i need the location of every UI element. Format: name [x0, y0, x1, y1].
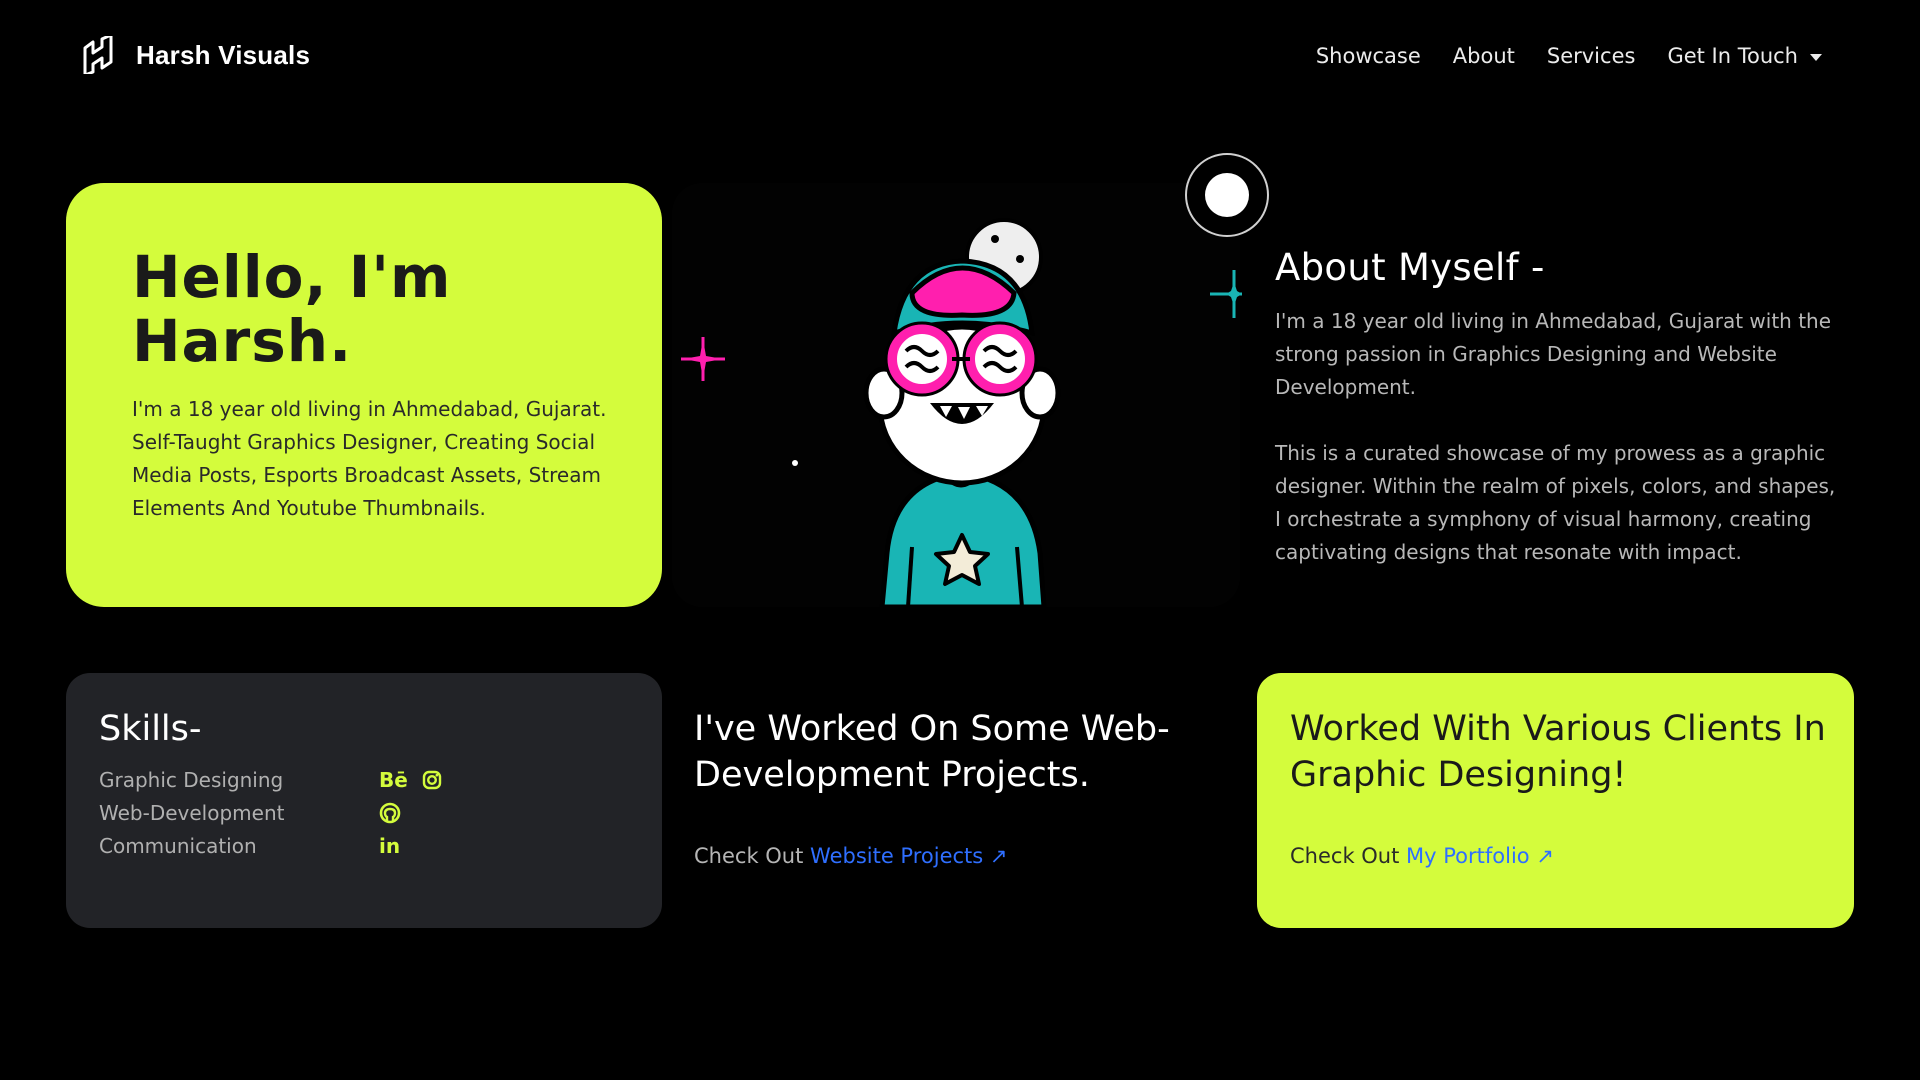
skills-card: Skills- Graphic Designing Bē Web-Develop… [66, 673, 662, 928]
about-section: About Myself - I'm a 18 year old living … [1275, 246, 1843, 569]
about-paragraph-1: I'm a 18 year old living in Ahmedabad, G… [1275, 309, 1832, 399]
check-out-label: Check Out [1290, 844, 1400, 868]
cartoon-character-illustration [681, 218, 1061, 607]
caret-down-icon [1810, 53, 1822, 61]
skill-name: Communication [99, 833, 257, 858]
nav-link-showcase[interactable]: Showcase [1316, 44, 1421, 68]
my-portfolio-link-text: My Portfolio [1406, 844, 1530, 868]
cursor-ring-icon [1185, 153, 1269, 237]
cyan-sparkle-icon [1210, 270, 1242, 318]
star-dot-icon [792, 460, 798, 466]
arrow-up-right-icon: ↗ [989, 844, 1008, 868]
my-portfolio-link[interactable]: My Portfolio ↗ [1406, 844, 1554, 868]
webdev-section: I've Worked On Some Web-Development Proj… [694, 706, 1214, 798]
skill-name: Graphic Designing [99, 767, 284, 792]
clients-card: Worked With Various Clients In Graphic D… [1257, 673, 1854, 928]
arrow-up-right-icon: ↗ [1536, 844, 1554, 868]
behance-icon[interactable]: Bē [379, 770, 408, 790]
website-projects-link[interactable]: Website Projects ↗ [810, 844, 1007, 868]
brand[interactable]: Harsh Visuals [82, 36, 310, 74]
brand-logo-icon [83, 36, 113, 74]
check-out-label: Check Out [694, 844, 804, 868]
linkedin-icon[interactable]: in [379, 836, 400, 856]
skill-icons: in [379, 836, 400, 856]
skill-row: Web-Development [99, 796, 639, 829]
skill-row: Communication in [99, 829, 639, 862]
hero-card: Hello, I'm Harsh. I'm a 18 year old livi… [66, 183, 662, 607]
webdev-title: I've Worked On Some Web-Development Proj… [694, 709, 1170, 795]
skill-row: Graphic Designing Bē [99, 763, 639, 796]
skills-title: Skills- [99, 709, 202, 749]
nav-link-get-in-touch[interactable]: Get In Touch [1667, 44, 1798, 68]
clients-check-line: Check Out My Portfolio ↗ [1290, 844, 1554, 868]
get-in-touch-dropdown[interactable]: Get In Touch [1667, 44, 1822, 68]
webdev-check-line: Check Out Website Projects ↗ [694, 844, 1008, 868]
hero-title-line1: Hello, I'm [132, 243, 452, 311]
magenta-sparkle-icon [681, 337, 725, 381]
hero-description: I'm a 18 year old living in Ahmedabad, G… [132, 397, 607, 520]
skill-icons [379, 802, 401, 824]
character-illustration [672, 183, 1240, 607]
hero-title-line2: Harsh. [132, 307, 353, 375]
nav-link-about[interactable]: About [1453, 44, 1515, 68]
nav-link-services[interactable]: Services [1547, 44, 1636, 68]
skill-name: Web-Development [99, 800, 285, 825]
hero-title: Hello, I'm Harsh. [132, 245, 612, 373]
website-projects-link-text: Website Projects [810, 844, 984, 868]
clients-title: Worked With Various Clients In Graphic D… [1290, 709, 1826, 795]
about-title: About Myself - [1275, 246, 1545, 289]
character-head [863, 258, 1061, 486]
brand-name: Harsh Visuals [136, 39, 311, 70]
instagram-icon[interactable] [422, 770, 442, 790]
ring-dot [1205, 173, 1249, 217]
skill-icons: Bē [379, 770, 442, 790]
about-paragraph-2: This is a curated showcase of my prowess… [1275, 441, 1836, 564]
github-icon[interactable] [379, 802, 401, 824]
top-navbar: Harsh Visuals Showcase About Services Ge… [0, 0, 1920, 112]
nav-links: Showcase About Services Get In Touch [1316, 44, 1822, 68]
character-body [879, 470, 1047, 607]
